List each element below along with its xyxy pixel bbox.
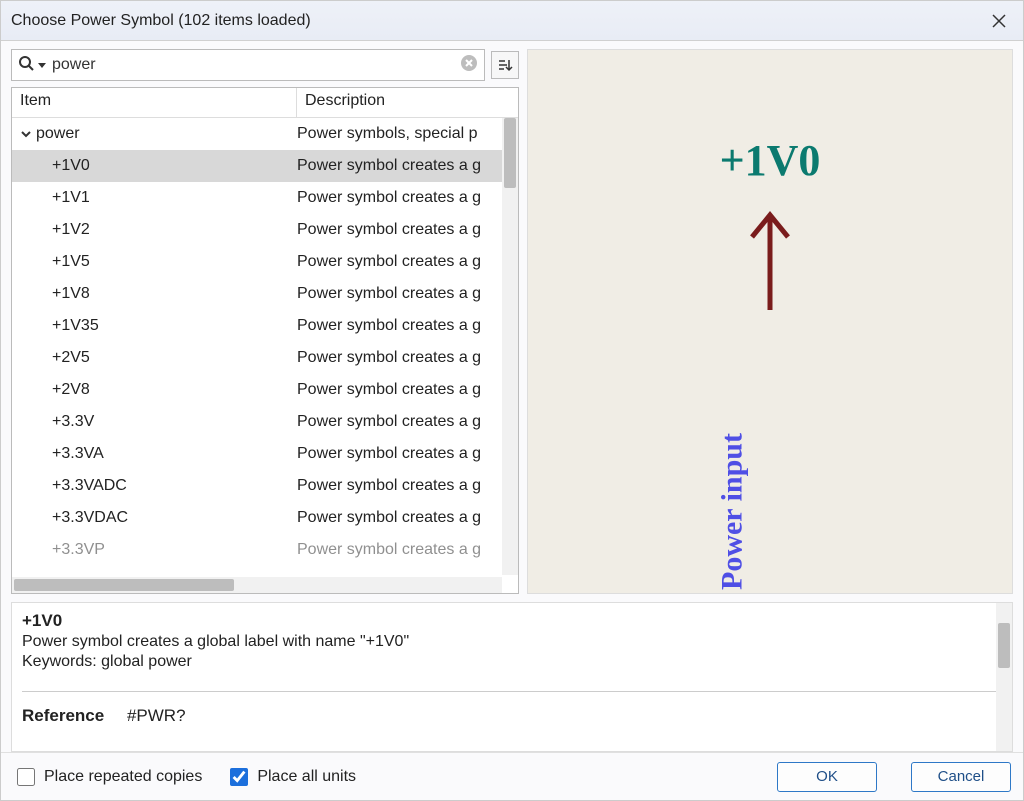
left-pane: Item Description power	[11, 49, 519, 594]
dialog: Choose Power Symbol (102 items loaded)	[0, 0, 1024, 801]
tree-body: power Power symbols, special p +1V0 Powe…	[12, 118, 518, 593]
tree-row[interactable]: +3.3VA Power symbol creates a g	[12, 438, 518, 470]
sort-icon	[497, 57, 513, 73]
footer: Place repeated copies Place all units OK…	[1, 752, 1023, 800]
tree-row[interactable]: +1V1 Power symbol creates a g	[12, 182, 518, 214]
tree-item-desc: Power symbol creates a g	[297, 413, 518, 431]
close-button[interactable]	[985, 7, 1013, 35]
tree-row[interactable]: +1V35 Power symbol creates a g	[12, 310, 518, 342]
tree-item-desc: Power symbol creates a g	[297, 541, 518, 559]
arrow-up-icon	[740, 205, 800, 320]
tree-item-desc: Power symbol creates a g	[297, 509, 518, 527]
upper-area: Item Description power	[11, 49, 1013, 594]
tree-item-desc: Power symbol creates a g	[297, 189, 518, 207]
tree-row[interactable]: +3.3V Power symbol creates a g	[12, 406, 518, 438]
tree-item-desc: Power symbol creates a g	[297, 221, 518, 239]
tree-item-name: +1V0	[12, 157, 297, 175]
titlebar: Choose Power Symbol (102 items loaded)	[1, 1, 1023, 41]
tree-item-desc: Power symbol creates a g	[297, 317, 518, 335]
search-icon	[18, 55, 34, 76]
tree-row[interactable]: +2V8 Power symbol creates a g	[12, 374, 518, 406]
details-divider	[22, 691, 1002, 692]
details-title: +1V0	[22, 611, 1002, 631]
tree-parent-name: power	[36, 125, 80, 143]
tree-row[interactable]: +1V5 Power symbol creates a g	[12, 246, 518, 278]
place-all-units-label: Place all units	[257, 768, 356, 786]
sort-button[interactable]	[491, 51, 519, 79]
cancel-button[interactable]: Cancel	[911, 762, 1011, 792]
tree-item-desc: Power symbol creates a g	[297, 349, 518, 367]
tree-row[interactable]: +3.3VADC Power symbol creates a g	[12, 470, 518, 502]
col-item[interactable]: Item	[12, 88, 297, 117]
close-icon	[991, 13, 1007, 29]
tree-scroll[interactable]: power Power symbols, special p +1V0 Powe…	[12, 118, 518, 593]
tree-item-desc: Power symbol creates a g	[297, 445, 518, 463]
tree-row[interactable]: +3.3VP Power symbol creates a g	[12, 534, 518, 566]
tree-row[interactable]: +1V8 Power symbol creates a g	[12, 278, 518, 310]
tree-item-name: +3.3VADC	[12, 477, 297, 495]
tree-item-name: +3.3VP	[12, 541, 297, 559]
details-ref-label: Reference	[22, 706, 104, 725]
tree-vscroll-thumb[interactable]	[504, 118, 516, 188]
tree-item-name: +3.3V	[12, 413, 297, 431]
search-field-wrap	[11, 49, 485, 81]
ok-button[interactable]: OK	[777, 762, 877, 792]
search-row	[11, 49, 519, 81]
tree-item-name: +2V8	[12, 381, 297, 399]
tree-item-name: +3.3VDAC	[12, 509, 297, 527]
col-description[interactable]: Description	[297, 88, 518, 117]
tree-item-desc: Power symbol creates a g	[297, 285, 518, 303]
tree-item-name: +1V8	[12, 285, 297, 303]
preview-pin-label: Power input	[716, 433, 750, 590]
clear-search-button[interactable]	[460, 54, 478, 77]
place-all-units-checkbox[interactable]: Place all units	[226, 765, 356, 789]
tree-parent-row[interactable]: power Power symbols, special p	[12, 118, 518, 150]
place-repeated-checkbox[interactable]: Place repeated copies	[13, 765, 202, 789]
tree-row[interactable]: +1V0 Power symbol creates a g	[12, 150, 518, 182]
tree-item-name: +1V2	[12, 221, 297, 239]
tree-header: Item Description	[12, 88, 518, 118]
search-dropdown-icon[interactable]	[38, 56, 46, 74]
tree-row[interactable]: +3.3VDAC Power symbol creates a g	[12, 502, 518, 534]
tree-item-desc: Power symbol creates a g	[297, 477, 518, 495]
window-title: Choose Power Symbol (102 items loaded)	[11, 12, 985, 30]
tree-item-desc: Power symbol creates a g	[297, 253, 518, 271]
tree-parent-desc: Power symbols, special p	[297, 125, 518, 143]
tree-item-name: +1V1	[12, 189, 297, 207]
tree-item-name: +1V5	[12, 253, 297, 271]
tree-row[interactable]: +2V5 Power symbol creates a g	[12, 342, 518, 374]
place-repeated-label: Place repeated copies	[44, 768, 202, 786]
place-all-units-input[interactable]	[230, 768, 248, 786]
tree-item-desc: Power symbol creates a g	[297, 157, 518, 175]
details-panel: +1V0 Power symbol creates a global label…	[11, 602, 1013, 752]
preview-pin-label-wrap: Power input	[722, 310, 879, 344]
chevron-down-icon[interactable]	[20, 128, 32, 140]
details-vscroll-thumb[interactable]	[998, 623, 1010, 668]
tree-row[interactable]: +1V2 Power symbol creates a g	[12, 214, 518, 246]
search-input[interactable]	[50, 55, 460, 75]
tree-item-name: +1V35	[12, 317, 297, 335]
tree-hscroll-thumb[interactable]	[14, 579, 234, 591]
clear-icon	[460, 54, 478, 72]
tree-item-desc: Power symbol creates a g	[297, 381, 518, 399]
details-desc: Power symbol creates a global label with…	[22, 633, 1002, 651]
place-repeated-input[interactable]	[17, 768, 35, 786]
details-vscrollbar[interactable]	[996, 603, 1012, 751]
symbol-preview[interactable]: +1V0 Power input	[527, 49, 1013, 594]
tree-vscrollbar[interactable]	[502, 118, 518, 575]
details-keywords: Keywords: global power	[22, 653, 1002, 671]
dialog-body: Item Description power	[1, 41, 1023, 752]
preview-symbol-name: +1V0	[720, 135, 821, 186]
tree-item-name: +3.3VA	[12, 445, 297, 463]
details-ref-value: #PWR?	[127, 706, 186, 725]
tree-item-name: +2V5	[12, 349, 297, 367]
symbol-tree: Item Description power	[11, 87, 519, 594]
tree-hscrollbar[interactable]	[12, 577, 502, 593]
